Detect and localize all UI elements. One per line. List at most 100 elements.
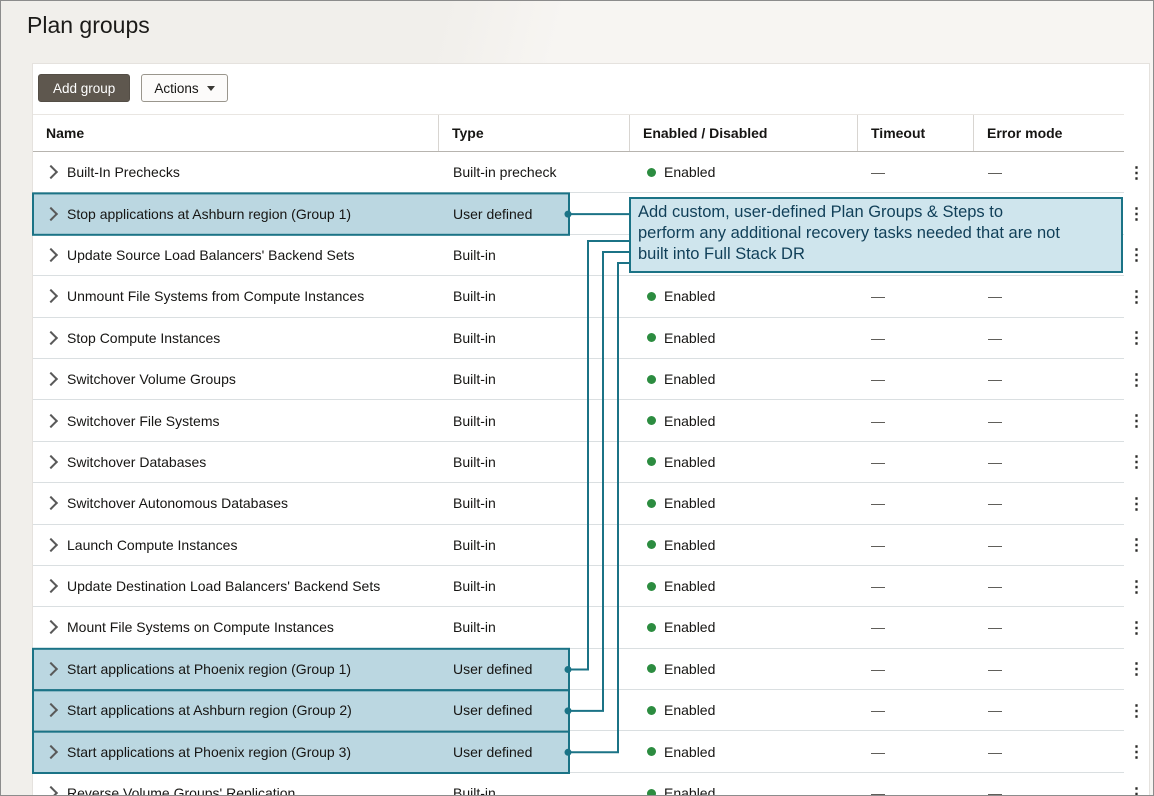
table-row[interactable]: Unmount File Systems from Compute Instan… bbox=[33, 276, 1149, 317]
add-group-button[interactable]: Add group bbox=[38, 74, 130, 102]
row-menu-button[interactable]: ⋮ bbox=[1124, 152, 1149, 193]
status-dot-icon bbox=[647, 457, 656, 466]
row-menu-button[interactable]: ⋮ bbox=[1124, 318, 1149, 359]
expand-chevron-icon[interactable] bbox=[44, 455, 58, 469]
chevron-down-icon bbox=[207, 86, 215, 91]
table-row-main: Stop Compute Instances Built-in Enabled … bbox=[33, 318, 1124, 359]
row-type: Built-in bbox=[439, 566, 630, 606]
table-row[interactable]: Switchover Databases Built-in Enabled — … bbox=[33, 442, 1149, 483]
table-row[interactable]: Stop Compute Instances Built-in Enabled … bbox=[33, 318, 1149, 359]
table-row-main: Switchover Databases Built-in Enabled — … bbox=[33, 442, 1124, 483]
row-type: Built-in bbox=[439, 318, 630, 358]
row-type: User defined bbox=[439, 649, 630, 689]
row-status: Enabled bbox=[664, 578, 715, 594]
row-timeout: — bbox=[858, 442, 974, 482]
row-error-mode: — bbox=[974, 649, 1124, 689]
table-row[interactable]: Built-In Prechecks Built-in precheck Ena… bbox=[33, 152, 1149, 193]
expand-chevron-icon[interactable] bbox=[44, 248, 58, 262]
row-menu-button[interactable]: ⋮ bbox=[1124, 400, 1149, 441]
status-dot-icon bbox=[647, 499, 656, 508]
table-row-main: Unmount File Systems from Compute Instan… bbox=[33, 276, 1124, 317]
expand-chevron-icon[interactable] bbox=[44, 786, 58, 796]
table-row[interactable]: Start applications at Ashburn region (Gr… bbox=[33, 690, 1149, 731]
row-name: Mount File Systems on Compute Instances bbox=[67, 619, 334, 635]
row-name: Switchover Databases bbox=[67, 454, 206, 470]
row-timeout: — bbox=[858, 483, 974, 523]
table-row[interactable]: Switchover File Systems Built-in Enabled… bbox=[33, 400, 1149, 441]
row-timeout: — bbox=[858, 400, 974, 440]
table-row-main: Launch Compute Instances Built-in Enable… bbox=[33, 525, 1124, 566]
table-row[interactable]: Update Destination Load Balancers' Backe… bbox=[33, 566, 1149, 607]
column-header-type: Type bbox=[439, 115, 630, 151]
table-row-main: Switchover Autonomous Databases Built-in… bbox=[33, 483, 1124, 524]
row-menu-button[interactable]: ⋮ bbox=[1124, 690, 1149, 731]
row-name: Update Destination Load Balancers' Backe… bbox=[67, 578, 380, 594]
row-status: Enabled bbox=[664, 454, 715, 470]
table-row-main: Switchover Volume Groups Built-in Enable… bbox=[33, 359, 1124, 400]
row-menu-button[interactable]: ⋮ bbox=[1124, 483, 1149, 524]
table-row[interactable]: Launch Compute Instances Built-in Enable… bbox=[33, 525, 1149, 566]
table-row[interactable]: Switchover Volume Groups Built-in Enable… bbox=[33, 359, 1149, 400]
expand-chevron-icon[interactable] bbox=[44, 662, 58, 676]
status-dot-icon bbox=[647, 540, 656, 549]
expand-chevron-icon[interactable] bbox=[44, 331, 58, 345]
table-row[interactable]: Mount File Systems on Compute Instances … bbox=[33, 607, 1149, 648]
row-timeout: — bbox=[858, 649, 974, 689]
row-menu-button[interactable]: ⋮ bbox=[1124, 566, 1149, 607]
row-menu-button[interactable]: ⋮ bbox=[1124, 442, 1149, 483]
row-name: Start applications at Ashburn region (Gr… bbox=[67, 702, 352, 718]
expand-chevron-icon[interactable] bbox=[44, 620, 58, 634]
expand-chevron-icon[interactable] bbox=[44, 289, 58, 303]
row-error-mode: — bbox=[974, 607, 1124, 647]
expand-chevron-icon[interactable] bbox=[44, 538, 58, 552]
row-type: User defined bbox=[439, 731, 630, 771]
row-menu-button[interactable]: ⋮ bbox=[1124, 773, 1149, 796]
row-menu-button[interactable]: ⋮ bbox=[1124, 607, 1149, 648]
status-dot-icon bbox=[647, 168, 656, 177]
row-status: Enabled bbox=[664, 495, 715, 511]
status-dot-icon bbox=[647, 582, 656, 591]
table-row-main: Reverse Volume Groups' Replication Built… bbox=[33, 773, 1124, 796]
table-row-main: Built-In Prechecks Built-in precheck Ena… bbox=[33, 152, 1124, 193]
expand-chevron-icon[interactable] bbox=[44, 165, 58, 179]
row-name: Reverse Volume Groups' Replication bbox=[67, 785, 295, 796]
row-error-mode: — bbox=[974, 566, 1124, 606]
row-timeout: — bbox=[858, 690, 974, 730]
table-row[interactable]: Switchover Autonomous Databases Built-in… bbox=[33, 483, 1149, 524]
row-timeout: — bbox=[858, 525, 974, 565]
table-row[interactable]: Start applications at Phoenix region (Gr… bbox=[33, 649, 1149, 690]
row-status: Enabled bbox=[664, 661, 715, 677]
row-type: User defined bbox=[439, 690, 630, 730]
row-menu-button[interactable]: ⋮ bbox=[1124, 359, 1149, 400]
page-header: Plan groups bbox=[1, 1, 1153, 63]
row-name: Start applications at Phoenix region (Gr… bbox=[67, 744, 351, 760]
table-row[interactable]: Start applications at Phoenix region (Gr… bbox=[33, 731, 1149, 772]
table-row-main: Switchover File Systems Built-in Enabled… bbox=[33, 400, 1124, 441]
expand-chevron-icon[interactable] bbox=[44, 496, 58, 510]
table-row[interactable]: Reverse Volume Groups' Replication Built… bbox=[33, 773, 1149, 796]
row-menu-button[interactable]: ⋮ bbox=[1124, 193, 1149, 234]
row-menu-button[interactable]: ⋮ bbox=[1124, 276, 1149, 317]
expand-chevron-icon[interactable] bbox=[44, 745, 58, 759]
expand-chevron-icon[interactable] bbox=[44, 207, 58, 221]
row-menu-button[interactable]: ⋮ bbox=[1124, 525, 1149, 566]
row-timeout: — bbox=[858, 607, 974, 647]
row-error-mode: — bbox=[974, 318, 1124, 358]
row-timeout: — bbox=[858, 276, 974, 316]
actions-button[interactable]: Actions bbox=[141, 74, 227, 102]
expand-chevron-icon[interactable] bbox=[44, 372, 58, 386]
row-menu-button[interactable]: ⋮ bbox=[1124, 731, 1149, 772]
row-status: Enabled bbox=[664, 537, 715, 553]
table-row-main: Start applications at Ashburn region (Gr… bbox=[33, 690, 1124, 731]
table-row-main: Start applications at Phoenix region (Gr… bbox=[33, 649, 1124, 690]
row-menu-button[interactable]: ⋮ bbox=[1124, 235, 1149, 276]
row-type: Built-in bbox=[439, 525, 630, 565]
row-menu-button[interactable]: ⋮ bbox=[1124, 649, 1149, 690]
expand-chevron-icon[interactable] bbox=[44, 579, 58, 593]
row-error-mode: — bbox=[974, 152, 1124, 192]
row-error-mode: — bbox=[974, 359, 1124, 399]
expand-chevron-icon[interactable] bbox=[44, 413, 58, 427]
row-status: Enabled bbox=[664, 785, 715, 796]
page-title: Plan groups bbox=[1, 1, 1153, 39]
expand-chevron-icon[interactable] bbox=[44, 703, 58, 717]
